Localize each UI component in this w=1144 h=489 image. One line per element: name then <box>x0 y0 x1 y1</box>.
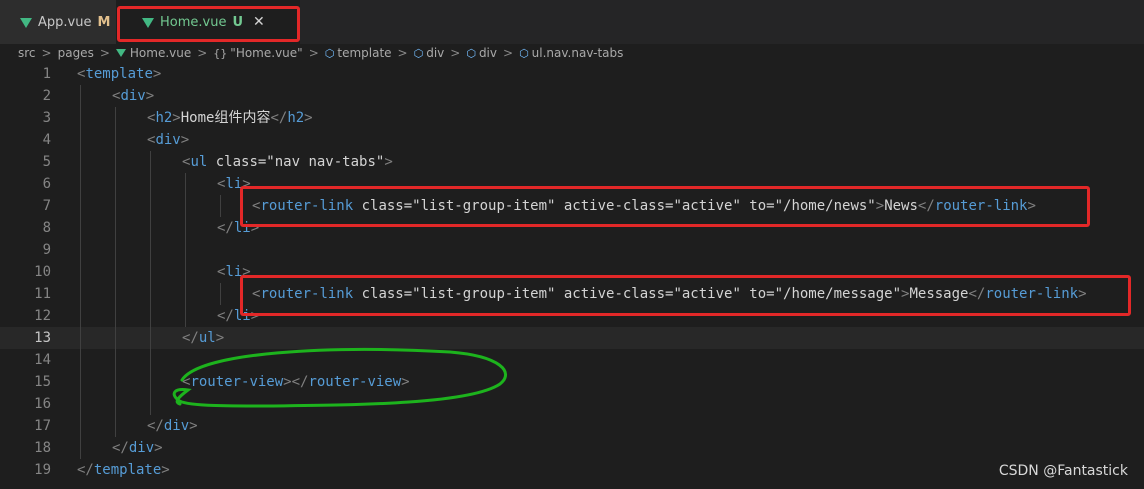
watermark: CSDN @Fantastick <box>998 463 1128 479</box>
annotation-green-loop <box>172 347 507 408</box>
